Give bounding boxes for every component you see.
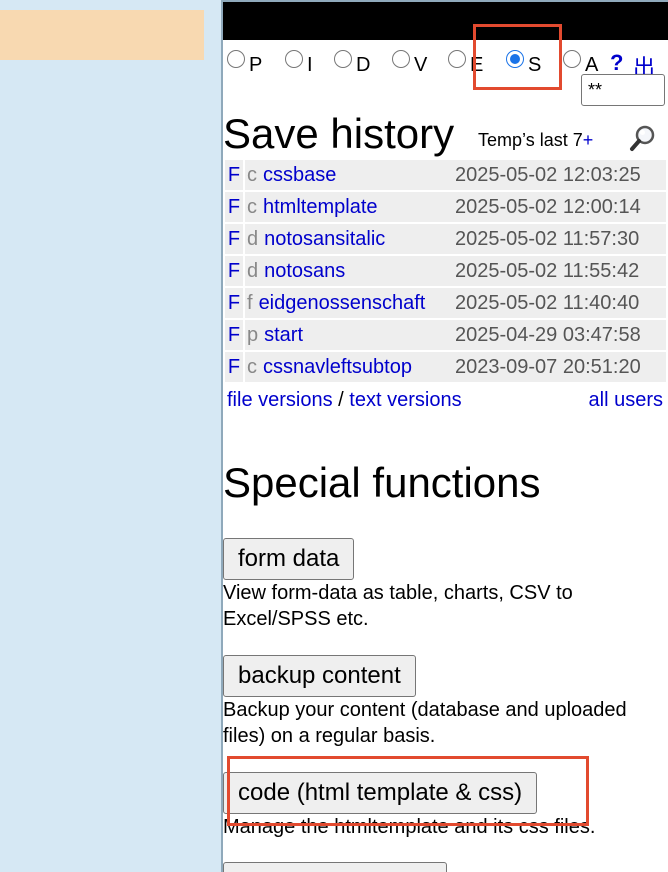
mode-i-radio[interactable] xyxy=(285,50,303,68)
mode-v-radio[interactable] xyxy=(392,50,410,68)
history-row: F c cssbase 2025-05-02 12:03:25 xyxy=(225,160,666,190)
history-name-link[interactable]: cssbase xyxy=(263,164,336,186)
mode-a-radio[interactable] xyxy=(563,50,581,68)
history-title-cell: d notosans xyxy=(245,256,471,286)
file-versions-link[interactable]: file versions xyxy=(227,389,333,411)
history-name-link[interactable]: notosans xyxy=(264,260,345,282)
history-type-code: c xyxy=(247,356,257,378)
special-functions-title: Special functions xyxy=(223,459,541,506)
history-title-cell: c cssbase xyxy=(245,160,471,190)
mode-p-radio[interactable] xyxy=(227,50,245,68)
left-banner xyxy=(0,10,204,60)
history-name-link[interactable]: notosansitalic xyxy=(264,228,385,250)
history-file-link[interactable]: F xyxy=(225,288,243,318)
history-name-link[interactable]: cssnavleftsubtop xyxy=(263,356,412,378)
backup-content-button[interactable]: backup content xyxy=(223,655,416,697)
highlight-mode-s xyxy=(473,24,562,90)
mode-i-label: I xyxy=(307,54,313,76)
history-type-code: c xyxy=(247,164,257,186)
password-field[interactable] xyxy=(581,74,665,106)
mode-v-label: V xyxy=(414,54,428,76)
history-type-code: d xyxy=(247,228,259,250)
highlight-code-button xyxy=(227,756,589,826)
history-row: F c cssnavleftsubtop 2023-09-07 20:51:20 xyxy=(225,352,666,382)
history-title-cell: c htmltemplate xyxy=(245,192,471,222)
all-users-link[interactable]: all users xyxy=(589,388,663,412)
history-date: 2025-05-02 12:03:25 xyxy=(453,160,666,190)
history-file-link[interactable]: F xyxy=(225,352,243,382)
history-row: F f eidgenossenschaft 2025-05-02 11:40:40 xyxy=(225,288,666,318)
history-row: F c htmltemplate 2025-05-02 12:00:14 xyxy=(225,192,666,222)
history-row: F d notosans 2025-05-02 11:55:42 xyxy=(225,256,666,286)
temps-last: Temp’s last 7+ xyxy=(478,130,593,151)
history-title-cell: d notosansitalic xyxy=(245,224,471,254)
history-file-link[interactable]: F xyxy=(225,192,243,222)
history-date: 2025-05-02 12:00:14 xyxy=(453,192,666,222)
links-separator: / xyxy=(338,389,344,411)
form-data-button[interactable]: form data xyxy=(223,538,355,580)
form-data-description: View form-data as table, charts, CSV to … xyxy=(223,582,573,630)
history-file-link[interactable]: F xyxy=(225,224,243,254)
admin-panel: P I D V E S A ? 出 Save history xyxy=(223,0,668,872)
history-file-link[interactable]: F xyxy=(225,320,243,350)
history-date: 2025-05-02 11:55:42 xyxy=(453,256,666,286)
history-row: F p start 2025-04-29 03:47:58 xyxy=(225,320,666,350)
mode-p-label: P xyxy=(249,54,263,76)
history-file-link[interactable]: F xyxy=(225,160,243,190)
history-date: 2025-05-02 11:40:40 xyxy=(453,288,666,318)
history-date: 2025-05-02 11:57:30 xyxy=(453,224,666,254)
top-bar xyxy=(223,2,668,40)
history-name-link[interactable]: eidgenossenschaft xyxy=(259,292,426,314)
history-date: 2023-09-07 20:51:20 xyxy=(453,352,666,382)
history-links: file versions / text versions all users xyxy=(227,388,663,412)
history-date: 2025-04-29 03:47:58 xyxy=(453,320,666,350)
history-title-cell: p start xyxy=(245,320,471,350)
backup-content-description: Backup your content (database and upload… xyxy=(223,699,627,747)
history-name-link[interactable]: htmltemplate xyxy=(263,196,378,218)
mode-e-radio[interactable] xyxy=(448,50,466,68)
mode-a-label: A xyxy=(585,54,599,76)
history-type-code: d xyxy=(247,260,259,282)
left-frame xyxy=(0,0,221,872)
save-history-title: Save history xyxy=(223,110,455,157)
history-title-cell: f eidgenossenschaft xyxy=(245,288,471,318)
help-link[interactable]: ? xyxy=(610,50,623,76)
history-type-code: c xyxy=(247,196,257,218)
history-type-code: p xyxy=(247,324,259,346)
temps-last-label: Temp’s last 7 xyxy=(478,130,583,150)
magnifier-icon[interactable] xyxy=(629,124,657,152)
history-type-code: f xyxy=(247,292,253,314)
mode-d-radio[interactable] xyxy=(334,50,352,68)
history-name-link[interactable]: start xyxy=(264,324,303,346)
text-versions-link[interactable]: text versions xyxy=(349,389,461,411)
history-file-link[interactable]: F xyxy=(225,256,243,286)
temps-expand-link[interactable]: + xyxy=(583,130,594,150)
history-row: F d notosansitalic 2025-05-02 11:57:30 xyxy=(225,224,666,254)
next-function-button[interactable] xyxy=(223,862,447,872)
history-title-cell: c cssnavleftsubtop xyxy=(245,352,471,382)
mode-d-label: D xyxy=(356,54,371,76)
